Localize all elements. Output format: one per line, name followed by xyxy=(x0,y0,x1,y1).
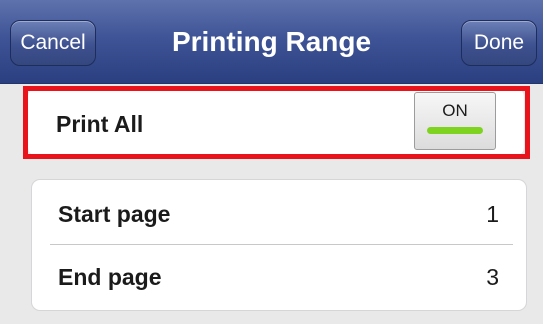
end-page-value[interactable]: 3 xyxy=(459,264,499,291)
page-range-group xyxy=(31,179,527,311)
toggle-state-label: ON xyxy=(442,101,468,120)
start-page-value[interactable]: 1 xyxy=(459,201,499,228)
toggle-on-indicator xyxy=(427,127,483,134)
print-all-toggle[interactable]: ON xyxy=(414,92,496,150)
end-page-label: End page xyxy=(58,264,162,290)
cancel-button[interactable]: Cancel xyxy=(10,20,96,66)
start-page-label: Start page xyxy=(58,201,171,227)
print-all-label: Print All xyxy=(56,111,144,137)
page-title: Printing Range xyxy=(171,26,372,57)
row-divider xyxy=(50,244,513,245)
done-button[interactable]: Done xyxy=(461,20,537,66)
navigation-bar: Cancel Printing Range Done xyxy=(0,0,543,84)
